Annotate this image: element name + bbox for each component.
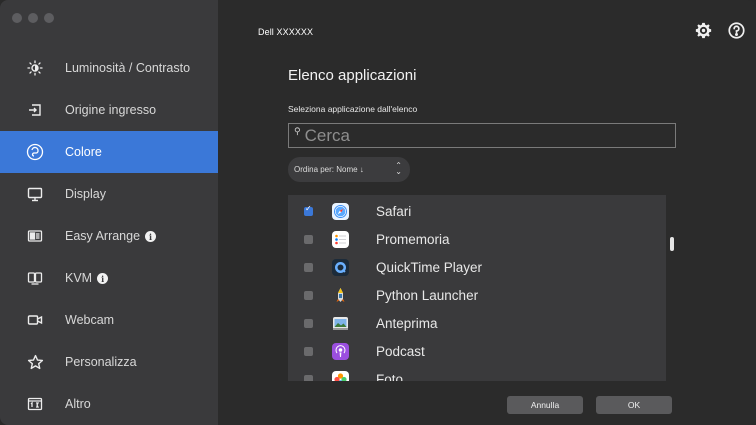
scrollbar-thumb[interactable]	[670, 237, 674, 251]
app-name: Anteprima	[376, 315, 438, 331]
sidebar-item-color[interactable]: Colore	[0, 131, 218, 173]
sidebar-item-label: Altro	[65, 397, 91, 411]
sidebar-item-text: Easy Arrange	[65, 229, 141, 243]
page-title: Elenco applicazioni	[288, 67, 417, 84]
app-name: Promemoria	[376, 231, 450, 247]
sidebar-item-label: Luminosità / Contrasto	[65, 61, 191, 75]
app-name: Podcast	[376, 343, 425, 359]
python-launcher-app-icon	[332, 287, 349, 304]
sidebar-item-easy-arrange[interactable]: Easy Arrange i	[0, 215, 218, 257]
app-checkbox[interactable]	[304, 290, 313, 300]
photos-app-icon	[332, 370, 349, 381]
sidebar-item-input-source[interactable]: Origine ingresso	[0, 89, 218, 131]
reminders-app-icon	[332, 230, 349, 248]
sidebar: Luminosità / Contrasto Origine ingresso …	[0, 0, 218, 425]
sidebar-item-webcam[interactable]: Webcam	[0, 299, 218, 341]
close-window-button[interactable]	[12, 13, 22, 23]
main-panel: Dell XXXXXX Elenco applicazioni Selezion…	[218, 0, 756, 425]
sidebar-item-label: Colore	[65, 145, 102, 159]
sidebar-item-text: KVM	[65, 271, 93, 285]
easy-arrange-icon	[25, 226, 45, 246]
sidebar-item-kvm[interactable]: KVM i	[0, 257, 218, 299]
sidebar-item-label: Personalizza	[65, 355, 137, 369]
ok-button[interactable]: OK	[596, 396, 672, 414]
quicktime-app-icon	[332, 258, 349, 276]
app-name: Safari	[376, 203, 412, 219]
display-icon	[25, 184, 45, 204]
list-item[interactable]: Podcast	[288, 337, 658, 365]
sidebar-item-personalize[interactable]: Personalizza	[0, 341, 218, 383]
sidebar-item-label: KVM i	[65, 271, 109, 285]
list-item[interactable]: Python Launcher	[288, 281, 658, 309]
list-item[interactable]: Foto	[288, 365, 658, 381]
minimize-window-button[interactable]	[28, 13, 38, 23]
sidebar-item-label: Easy Arrange i	[65, 229, 157, 243]
app-name: QuickTime Player	[376, 259, 483, 275]
kvm-icon	[25, 268, 45, 288]
app-checkbox[interactable]	[304, 262, 313, 272]
app-checkbox[interactable]	[304, 346, 313, 356]
settings-gear-icon[interactable]	[695, 22, 712, 39]
input-source-icon	[25, 100, 45, 120]
search-icon: ⚲	[294, 126, 301, 136]
app-checkbox[interactable]	[304, 204, 313, 216]
app-name: Python Launcher	[376, 287, 479, 303]
search-input[interactable]	[304, 125, 645, 146]
app-checkbox[interactable]	[304, 234, 313, 244]
info-icon[interactable]: i	[97, 273, 109, 285]
list-item[interactable]: Promemoria	[288, 225, 658, 253]
chevron-updown-icon: ⌃ ⌄	[395, 161, 402, 176]
list-item[interactable]: Anteprima	[288, 309, 658, 337]
window-controls	[12, 13, 54, 23]
preview-app-icon	[332, 315, 349, 332]
sidebar-nav: Luminosità / Contrasto Origine ingresso …	[0, 47, 218, 425]
monitor-name: Dell XXXXXX	[258, 27, 314, 37]
sidebar-item-label: Origine ingresso	[65, 103, 157, 117]
app-checkbox[interactable]	[304, 374, 313, 381]
more-icon	[25, 394, 45, 414]
webcam-icon	[25, 310, 45, 330]
search-box: ⚲	[288, 123, 676, 148]
sidebar-item-display[interactable]: Display	[0, 173, 218, 215]
podcast-app-icon	[332, 342, 349, 360]
sidebar-item-label: Display	[65, 187, 106, 201]
help-icon[interactable]	[728, 22, 745, 39]
list-item[interactable]: Safari	[288, 197, 658, 225]
color-palette-icon	[25, 142, 45, 162]
info-icon[interactable]: i	[145, 231, 157, 243]
app-checkbox[interactable]	[304, 318, 313, 328]
cancel-button[interactable]: Annulla	[507, 396, 583, 414]
app-name: Foto	[376, 371, 404, 382]
sidebar-item-brightness[interactable]: Luminosità / Contrasto	[0, 47, 218, 89]
sidebar-item-label: Webcam	[65, 313, 115, 327]
list-item[interactable]: QuickTime Player	[288, 253, 658, 281]
app-window: Luminosità / Contrasto Origine ingresso …	[0, 0, 756, 425]
star-icon	[25, 352, 45, 372]
safari-app-icon	[332, 202, 349, 220]
app-list: Safari Promemoria QuickTime Player	[288, 195, 674, 381]
sidebar-item-other[interactable]: Altro	[0, 383, 218, 425]
zoom-window-button[interactable]	[44, 13, 54, 23]
scrollbar-track[interactable]	[666, 195, 674, 381]
brightness-icon	[25, 58, 45, 78]
sort-label: Ordina per: Nome ↓	[294, 165, 364, 174]
sort-dropdown[interactable]: Ordina per: Nome ↓ ⌃ ⌄	[288, 157, 410, 182]
page-subtitle: Seleziona applicazione dall'elenco	[288, 104, 418, 114]
